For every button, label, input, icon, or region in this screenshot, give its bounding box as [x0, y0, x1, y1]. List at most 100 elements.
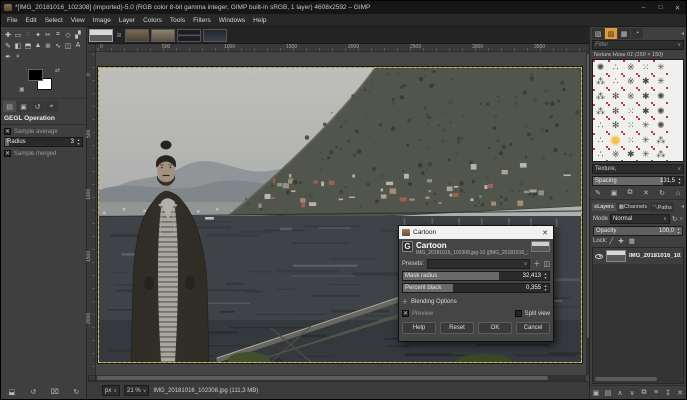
- brush-item[interactable]: ✳: [653, 60, 668, 75]
- menu-image[interactable]: Image: [89, 14, 115, 27]
- image-tab-street-scene-1[interactable]: [125, 29, 149, 42]
- brush-item[interactable]: ⁂: [593, 75, 608, 90]
- menu-select[interactable]: Select: [41, 14, 67, 27]
- visibility-eye-icon[interactable]: [595, 254, 603, 259]
- brush-item[interactable]: ∴: [593, 133, 608, 148]
- tab-channels[interactable]: ▦Channels: [617, 203, 649, 211]
- blending-options-expander[interactable]: ＋ Blending Options: [402, 297, 550, 306]
- image-tab-street-scene-2[interactable]: [151, 29, 175, 42]
- lock-pixels-icon[interactable]: ╱: [609, 237, 613, 245]
- unit-select[interactable]: px∨: [102, 385, 120, 396]
- new-brush-button[interactable]: ▣: [608, 188, 620, 199]
- dock-menu-icon[interactable]: ◂: [681, 30, 684, 37]
- tool-scissors[interactable]: ✂: [43, 29, 53, 40]
- brush-item[interactable]: ⁂: [653, 133, 668, 148]
- brush-item[interactable]: ∴: [593, 148, 608, 162]
- foreground-color-swatch[interactable]: [28, 69, 43, 81]
- brush-item[interactable]: ✺: [653, 89, 668, 104]
- open-brush-folder-button[interactable]: ⌂: [672, 188, 684, 199]
- new-group-button[interactable]: ▤: [602, 387, 614, 398]
- percent-black-slider[interactable]: Percent black 0,355 ▴▾: [402, 283, 550, 293]
- layer-mode-select[interactable]: Normal ∨: [610, 214, 670, 224]
- image-tab-dark-photo[interactable]: [203, 29, 227, 42]
- menu-help[interactable]: Help: [249, 14, 270, 27]
- mode-reset-icon[interactable]: ↻: [672, 215, 677, 223]
- tool-smudge[interactable]: ∿: [53, 40, 63, 51]
- pointer-tab[interactable]: ⌖: [45, 101, 58, 112]
- reset-tool-options-button[interactable]: ↻: [70, 386, 82, 397]
- menu-windows[interactable]: Windows: [215, 14, 249, 27]
- radius-spinner[interactable]: ▴▾: [75, 138, 82, 146]
- tool-text[interactable]: A: [73, 40, 83, 51]
- lock-position-icon[interactable]: ✚: [618, 237, 623, 245]
- brush-item[interactable]: ✻: [608, 118, 623, 133]
- brush-item[interactable]: ✺: [653, 104, 668, 119]
- chevron-down-icon[interactable]: ∨: [679, 216, 683, 222]
- percent-black-spinner[interactable]: ▴▾: [542, 284, 549, 292]
- duplicate-layer-button[interactable]: ⧉: [638, 387, 650, 398]
- dialog-titlebar[interactable]: Cartoon ✕: [399, 226, 553, 239]
- duplicate-brush-button[interactable]: ⧉: [624, 188, 636, 199]
- lock-alpha-icon[interactable]: ▦: [629, 237, 635, 245]
- brush-item[interactable]: ∴: [608, 60, 623, 75]
- default-colors-icon[interactable]: ▣: [19, 86, 25, 93]
- reset-button[interactable]: Reset: [440, 322, 474, 334]
- tool-clone[interactable]: ⊕: [43, 40, 53, 51]
- tool-paths[interactable]: ✒: [3, 51, 13, 62]
- ok-button[interactable]: OK: [478, 322, 512, 334]
- brush-filter-input[interactable]: Filter ∨: [592, 40, 684, 50]
- brush-tag-entry[interactable]: Texture, ∨: [592, 164, 684, 174]
- brush-item[interactable]: ⁂: [593, 104, 608, 119]
- split-view-checkbox[interactable]: ✕: [515, 310, 522, 317]
- maximize-button[interactable]: □: [652, 1, 669, 14]
- brush-item[interactable]: ⁙: [623, 118, 638, 133]
- layer-row[interactable]: IMG_20181016_102308: [593, 248, 683, 264]
- opacity-spinner[interactable]: ▴▾: [675, 227, 682, 235]
- cancel-button[interactable]: Cancel: [516, 322, 550, 334]
- tool-fuzzy-select[interactable]: ✦: [33, 29, 43, 40]
- brush-item[interactable]: ※: [623, 75, 638, 90]
- brush-item[interactable]: ∴: [608, 75, 623, 90]
- brush-item[interactable]: ✳: [638, 148, 653, 162]
- undo-history-tab[interactable]: ↺: [31, 101, 44, 112]
- menu-tools[interactable]: Tools: [166, 14, 189, 27]
- brush-item[interactable]: ⁙: [623, 104, 638, 119]
- tool-eraser[interactable]: ⬒: [23, 40, 33, 51]
- spacing-slider[interactable]: Spacing 131,5 ▴▾: [592, 176, 684, 186]
- vertical-ruler[interactable]: 0500100015002000: [88, 52, 96, 375]
- image-tab-dark-indoor[interactable]: [177, 29, 201, 42]
- menu-edit[interactable]: Edit: [21, 14, 40, 27]
- tool-rectangle-select[interactable]: ▭: [13, 29, 23, 40]
- menu-layer[interactable]: Layer: [115, 14, 139, 27]
- tab-list-icon[interactable]: ⊞: [115, 32, 123, 39]
- tool-warp[interactable]: ▞: [73, 29, 83, 40]
- restore-tool-preset-button[interactable]: ↺: [27, 386, 39, 397]
- help-button[interactable]: Help: [402, 322, 436, 334]
- tool-crop[interactable]: ⌗: [53, 29, 63, 40]
- zoom-select[interactable]: 21 %∨: [124, 385, 149, 396]
- image-tab-lake-portrait[interactable]: [89, 29, 113, 42]
- brush-item[interactable]: ✳: [653, 75, 668, 90]
- delete-layer-button[interactable]: ✕: [674, 387, 686, 398]
- patterns-dialog-tab[interactable]: ▦: [618, 28, 630, 39]
- add-preset-icon[interactable]: ＋: [533, 259, 540, 269]
- tool-zoom[interactable]: ⌕: [13, 51, 23, 62]
- tool-options-tab[interactable]: ▤: [3, 101, 16, 112]
- tool-move[interactable]: ✚: [3, 29, 13, 40]
- lower-layer-button[interactable]: ∨: [626, 387, 638, 398]
- layer-list-scrollbar[interactable]: [595, 377, 657, 381]
- dialog-close-icon[interactable]: ✕: [540, 229, 550, 237]
- brush-item[interactable]: ✱: [638, 75, 653, 90]
- tab-paths[interactable]: 〽Paths: [650, 202, 674, 212]
- brush-item[interactable]: ✱: [638, 89, 653, 104]
- brush-item[interactable]: ✳: [638, 118, 653, 133]
- brush-item[interactable]: ✺: [653, 118, 668, 133]
- sample-merged-checkbox[interactable]: ✕: [4, 150, 11, 157]
- opacity-slider[interactable]: Opacity 100,0 ▴▾: [593, 226, 683, 236]
- menu-file[interactable]: File: [3, 14, 21, 27]
- brush-item[interactable]: ※: [623, 89, 638, 104]
- brush-item[interactable]: ✱: [623, 148, 638, 162]
- document-history-tab[interactable]: ◔: [631, 28, 643, 39]
- device-status-tab[interactable]: ▣: [17, 101, 30, 112]
- brush-item[interactable]: ∴: [593, 118, 608, 133]
